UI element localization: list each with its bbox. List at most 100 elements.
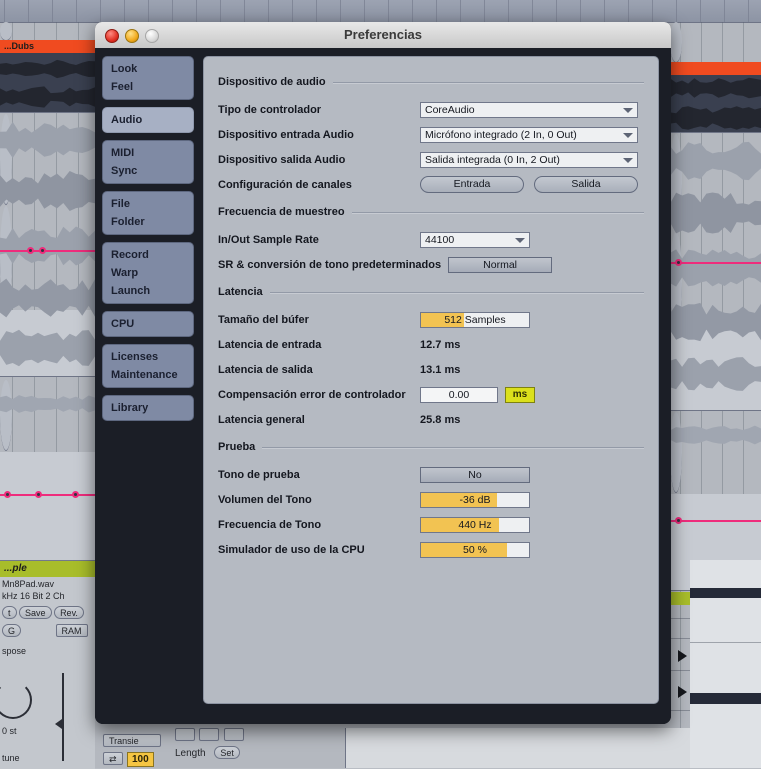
driver-type-value: CoreAudio — [425, 103, 475, 116]
volume-slider-handle[interactable] — [55, 719, 62, 729]
sample-format: kHz 16 Bit 2 Ch — [2, 591, 65, 601]
chevron-down-icon — [515, 237, 525, 243]
arrangement-ruler[interactable] — [0, 0, 761, 23]
sidebar-group-file[interactable]: File Folder — [102, 191, 194, 235]
sample-rev-button[interactable]: Rev. — [54, 606, 84, 619]
tone-volume-slider[interactable]: -36 dB — [420, 491, 530, 508]
input-device-dropdown[interactable]: Micrófono integrado (2 In, 0 Out) — [420, 126, 638, 143]
sidebar-item-launch[interactable]: Launch — [103, 282, 193, 300]
arrangement-track[interactable] — [670, 22, 682, 63]
sidebar-item-sync[interactable]: Sync — [103, 162, 193, 180]
preferences-sidebar[interactable]: Look Feel Audio MIDI Sync File Folder Record War… — [102, 56, 194, 428]
output-device-dropdown[interactable]: Salida integrada (0 In, 2 Out) — [420, 151, 638, 168]
automation-envelope-1[interactable] — [0, 250, 95, 252]
automation-breakpoint[interactable] — [675, 259, 682, 266]
set-button[interactable]: Set — [214, 746, 240, 759]
audio-waveform — [670, 104, 761, 132]
automation-breakpoint[interactable] — [675, 517, 682, 524]
sidebar-item-folder[interactable]: Folder — [103, 213, 193, 231]
arrangement-track[interactable] — [0, 452, 95, 563]
automation-breakpoint[interactable] — [27, 247, 34, 254]
section-title: Latencia — [218, 286, 263, 298]
sample-save-button[interactable]: Save — [19, 606, 52, 619]
sidebar-item-maintenance[interactable]: Maintenance — [103, 366, 193, 384]
tone-frequency-slider[interactable]: 440 Hz — [420, 516, 530, 533]
sample-waveform-right[interactable] — [690, 560, 761, 768]
audio-waveform — [670, 244, 761, 292]
tone-frequency-value: 440 Hz — [458, 518, 492, 531]
ruler-tick — [340, 0, 341, 22]
sidebar-group-licenses[interactable]: Licenses Maintenance — [102, 344, 194, 388]
clip-header-dubs[interactable]: ...Dubs — [0, 40, 95, 53]
sidebar-item-midi[interactable]: MIDI — [103, 144, 193, 162]
sample-ram-button[interactable]: RAM — [55, 624, 88, 637]
arrangement-track[interactable] — [0, 22, 12, 41]
sidebar-item-look[interactable]: Look — [103, 60, 193, 78]
audio-waveform — [670, 352, 761, 396]
sidebar-item-library[interactable]: Library — [103, 399, 193, 417]
sidebar-group-look[interactable]: Look Feel — [102, 56, 194, 100]
test-tone-toggle[interactable]: No — [420, 466, 530, 483]
section-latency: Latencia Tamaño del búfer 512 Samples La… — [218, 286, 644, 432]
sidebar-item-cpu[interactable]: CPU — [103, 315, 193, 333]
tone-volume-label: Volumen del Tono — [218, 493, 312, 506]
audio-waveform — [670, 298, 761, 346]
length-stepper-1[interactable] — [175, 728, 195, 741]
sidebar-item-licenses[interactable]: Licenses — [103, 348, 193, 366]
sidebar-item-feel[interactable]: Feel — [103, 78, 193, 96]
automation-breakpoint[interactable] — [35, 491, 42, 498]
sidebar-item-audio[interactable]: Audio — [103, 111, 193, 129]
length-stepper-2[interactable] — [199, 728, 220, 741]
window-titlebar[interactable]: Preferencias — [95, 22, 671, 49]
automation-envelope-right-2[interactable] — [670, 520, 761, 522]
sample-hq-button[interactable]: G — [2, 624, 22, 637]
chevron-down-icon — [623, 157, 633, 163]
audio-waveform — [670, 188, 761, 238]
automation-breakpoint[interactable] — [4, 491, 11, 498]
sample-edit-button[interactable]: t — [2, 606, 17, 619]
sr-conversion-button[interactable]: Normal — [448, 256, 553, 273]
output-latency-value: 13.1 ms — [420, 363, 461, 376]
length-stepper-3[interactable] — [223, 728, 244, 741]
sidebar-item-record[interactable]: Record — [103, 246, 193, 264]
ruler-tick — [52, 0, 53, 22]
row-output-device: Dispositivo salida Audio Salida integrad… — [218, 147, 644, 172]
section-test: Prueba Tono de prueba No Volumen del Ton… — [218, 441, 644, 562]
inout-sample-rate-label: In/Out Sample Rate — [218, 233, 319, 246]
clip-sample-device-panel[interactable]: ...ple Mn8Pad.wav kHz 16 Bit 2 Ch t Save… — [0, 560, 95, 769]
input-device-value: Micrófono integrado (2 In, 0 Out) — [425, 128, 577, 141]
warp-amount-field[interactable]: 100 — [127, 752, 154, 767]
loop-toggle-button[interactable]: ⇄ — [103, 752, 123, 765]
transpose-label: spose — [2, 646, 27, 656]
cpu-simulator-slider[interactable]: 50 % — [420, 541, 530, 558]
transpose-knob[interactable] — [0, 681, 32, 719]
sidebar-item-warp[interactable]: Warp — [103, 264, 193, 282]
inout-sample-rate-dropdown[interactable]: 44100 — [420, 231, 530, 248]
automation-envelope-right-1[interactable] — [670, 262, 761, 264]
channel-input-button[interactable]: Entrada — [420, 176, 524, 193]
row-overall-latency: Latencia general 25.8 ms — [218, 407, 644, 432]
sidebar-group-record[interactable]: Record Warp Launch — [102, 242, 194, 304]
driver-type-dropdown[interactable]: CoreAudio — [420, 101, 638, 118]
warp-mode-dropdown[interactable]: Transie — [103, 734, 161, 747]
ruler-tick — [100, 0, 101, 22]
sidebar-group-midi[interactable]: MIDI Sync — [102, 140, 194, 184]
sidebar-group-audio[interactable]: Audio — [102, 107, 194, 133]
channel-output-button[interactable]: Salida — [534, 176, 638, 193]
automation-breakpoint[interactable] — [72, 491, 79, 498]
clip-warp-controls[interactable]: Transie ⇄ 100 Length Set — [95, 728, 345, 768]
ruler-tick — [556, 0, 557, 22]
automation-breakpoint[interactable] — [39, 247, 46, 254]
ruler-tick — [364, 0, 365, 22]
sidebar-item-file[interactable]: File — [103, 195, 193, 213]
preferences-window[interactable]: Preferencias Look Feel Audio MIDI Sync File Fo… — [95, 22, 671, 724]
automation-envelope-2[interactable] — [0, 494, 95, 496]
volume-slider[interactable] — [62, 673, 64, 761]
row-channel-config: Configuración de canales Entrada Salida — [218, 172, 644, 197]
driver-error-unit-button[interactable]: ms — [505, 386, 535, 403]
tone-frequency-label: Frecuencia de Tono — [218, 518, 322, 531]
buffer-size-field[interactable]: 512 Samples — [420, 311, 530, 328]
sidebar-group-cpu[interactable]: CPU — [102, 311, 194, 337]
sidebar-group-library[interactable]: Library — [102, 395, 194, 421]
driver-error-field[interactable]: 0.00 — [420, 386, 498, 403]
